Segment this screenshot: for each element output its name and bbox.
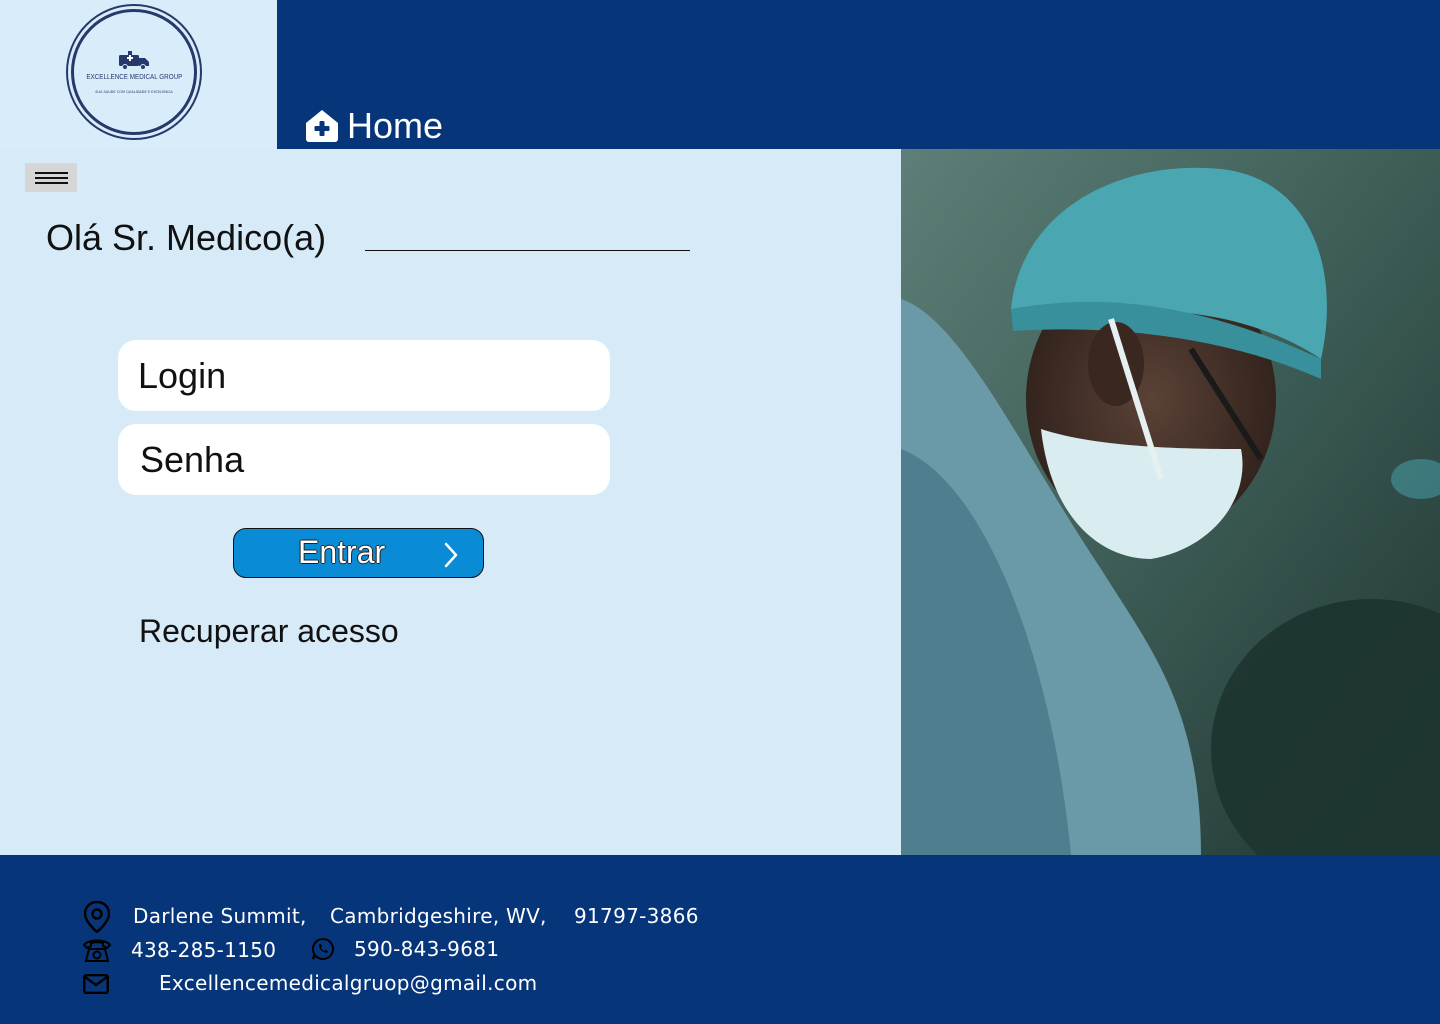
mail-icon bbox=[83, 974, 109, 994]
address-city: Cambridgeshire, bbox=[330, 904, 500, 928]
chevron-right-icon bbox=[444, 542, 458, 568]
surgeon-photo bbox=[901, 149, 1440, 855]
recover-access-link[interactable]: Recuperar acesso bbox=[139, 613, 399, 650]
home-link[interactable]: Home bbox=[305, 104, 443, 148]
logo-name: EXCELLENCE MEDICAL GROUP bbox=[85, 74, 183, 81]
greeting-underline bbox=[365, 250, 690, 251]
address-zip: 91797-3866 bbox=[574, 904, 699, 928]
email-address[interactable]: Excellencemedicalgruop@gmail.com bbox=[159, 971, 537, 995]
phone-number[interactable]: 438-285-1150 bbox=[131, 938, 276, 962]
enter-button[interactable]: Entrar bbox=[233, 528, 484, 578]
footer: Darlene Summit, Cambridgeshire, WV, 9179… bbox=[0, 855, 1440, 1024]
enter-button-label: Entrar bbox=[298, 534, 386, 570]
top-navbar: Home bbox=[277, 0, 1440, 149]
password-input[interactable] bbox=[118, 424, 610, 495]
login-input[interactable] bbox=[118, 340, 610, 411]
ambulance-icon bbox=[119, 51, 149, 70]
address-state: WV, bbox=[506, 904, 547, 928]
greeting-text: Olá Sr. Medico(a) bbox=[46, 217, 327, 258]
hamburger-menu-button[interactable] bbox=[25, 163, 77, 192]
home-label: Home bbox=[347, 105, 444, 146]
logo-tagline: SUA SAUDE COM QUALIDADE E EXCELENCIA bbox=[95, 90, 173, 94]
logo-inner-ring: EXCELLENCE MEDICAL GROUP SUA SAUDE COM Q… bbox=[71, 9, 197, 135]
home-plus-icon bbox=[306, 110, 338, 142]
address-street: Darlene Summit, bbox=[133, 904, 307, 928]
location-pin-icon bbox=[84, 901, 110, 933]
hamburger-menu-icon bbox=[34, 171, 68, 174]
telephone-icon bbox=[82, 939, 112, 962]
logo[interactable]: EXCELLENCE MEDICAL GROUP SUA SAUDE COM Q… bbox=[66, 4, 202, 140]
whatsapp-number[interactable]: 590-843-9681 bbox=[354, 937, 499, 961]
logo-area: EXCELLENCE MEDICAL GROUP SUA SAUDE COM Q… bbox=[0, 0, 277, 149]
whatsapp-icon bbox=[311, 937, 334, 960]
